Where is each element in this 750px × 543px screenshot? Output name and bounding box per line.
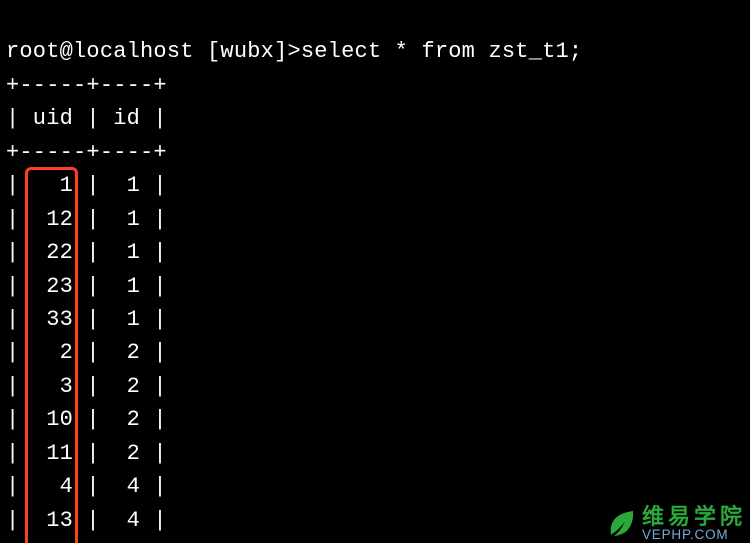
table-body: | 1 | 1 | | 12 | 1 | | 22 | 1 | | 23 | 1… xyxy=(6,169,744,543)
watermark-url: VEPHP.COM xyxy=(642,528,746,542)
table-row: | 1 | 1 | xyxy=(6,173,167,198)
table-row: | 4 | 4 | xyxy=(6,474,167,499)
watermark-title: 维易学院 xyxy=(642,506,746,528)
table-row: | 22 | 1 | xyxy=(6,240,167,265)
table-header: | uid | id | xyxy=(6,106,167,131)
table-row: | 10 | 2 | xyxy=(6,407,167,432)
table-row: | 2 | 2 | xyxy=(6,340,167,365)
table-row: | 33 | 1 | xyxy=(6,307,167,332)
table-border-mid: +-----+----+ xyxy=(6,140,167,165)
sql-command: select * from zst_t1; xyxy=(301,39,582,64)
prompt: root@localhost [wubx]> xyxy=(6,39,301,64)
table-row: | 13 | 4 | xyxy=(6,508,167,533)
terminal[interactable]: root@localhost [wubx]>select * from zst_… xyxy=(0,0,750,543)
leaf-icon xyxy=(606,508,636,538)
table-row: | 23 | 1 | xyxy=(6,274,167,299)
table-row: | 11 | 2 | xyxy=(6,441,167,466)
table-border-top: +-----+----+ xyxy=(6,73,167,98)
table-row: | 3 | 2 | xyxy=(6,374,167,399)
table-row: | 12 | 1 | xyxy=(6,207,167,232)
watermark: 维易学院 VEPHP.COM xyxy=(606,506,746,542)
